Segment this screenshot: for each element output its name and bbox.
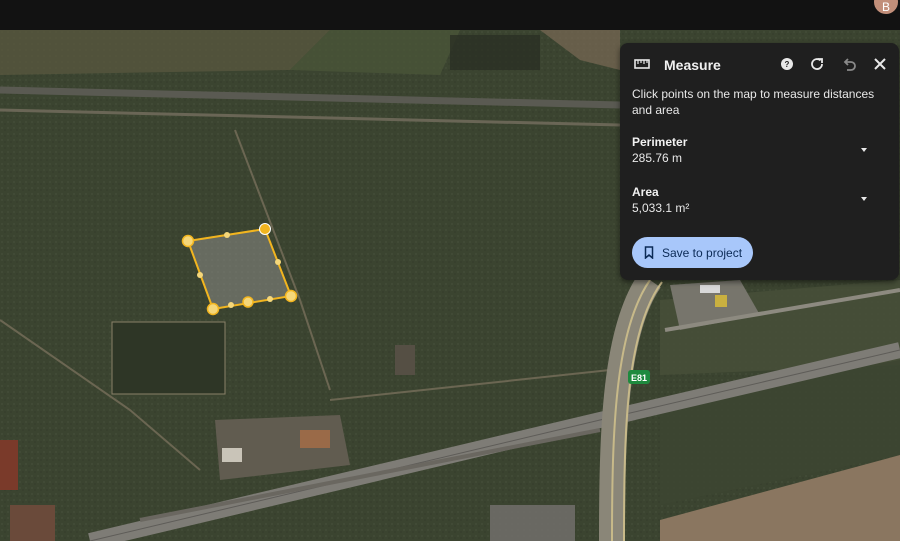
polygon-midpoint [275, 259, 281, 265]
save-to-project-button[interactable]: Save to project [632, 237, 753, 268]
perimeter-label: Perimeter [632, 135, 688, 149]
polygon-vertex [259, 223, 271, 235]
help-icon[interactable]: ? [778, 55, 796, 73]
undo-icon[interactable] [840, 55, 858, 73]
measure-instructions: Click points on the map to measure dista… [632, 87, 875, 117]
save-button-label: Save to project [662, 246, 743, 260]
close-icon[interactable] [871, 55, 889, 73]
perimeter-value: 285.76 m [632, 151, 683, 165]
polygon-vertex [284, 289, 298, 303]
measure-panel: Measure ? Click points on the map to mea… [620, 43, 899, 280]
polygon-midpoint [197, 272, 203, 278]
polygon-midpoint [224, 232, 230, 238]
measure-panel-header: Measure ? [620, 43, 899, 85]
orchard-lot [111, 321, 226, 395]
chevron-down-icon[interactable] [858, 145, 870, 155]
measure-title: Measure [664, 57, 721, 73]
polygon-vertex [206, 302, 220, 316]
polygon-vertex [181, 234, 195, 248]
svg-text:?: ? [785, 60, 790, 69]
polygon-midpoint [267, 296, 273, 302]
polygon-midpoint [228, 302, 234, 308]
road-badge-label: E81 [631, 373, 647, 383]
polygon-vertex [242, 296, 254, 308]
chevron-down-icon[interactable] [858, 194, 870, 204]
bookmark-icon [644, 246, 654, 259]
area-label: Area [632, 185, 659, 199]
account-avatar[interactable]: B [874, 0, 898, 14]
reset-icon[interactable] [808, 55, 826, 73]
ruler-icon [634, 59, 650, 69]
area-value: 5,033.1 m² [632, 201, 690, 215]
top-bar: B [0, 0, 900, 30]
